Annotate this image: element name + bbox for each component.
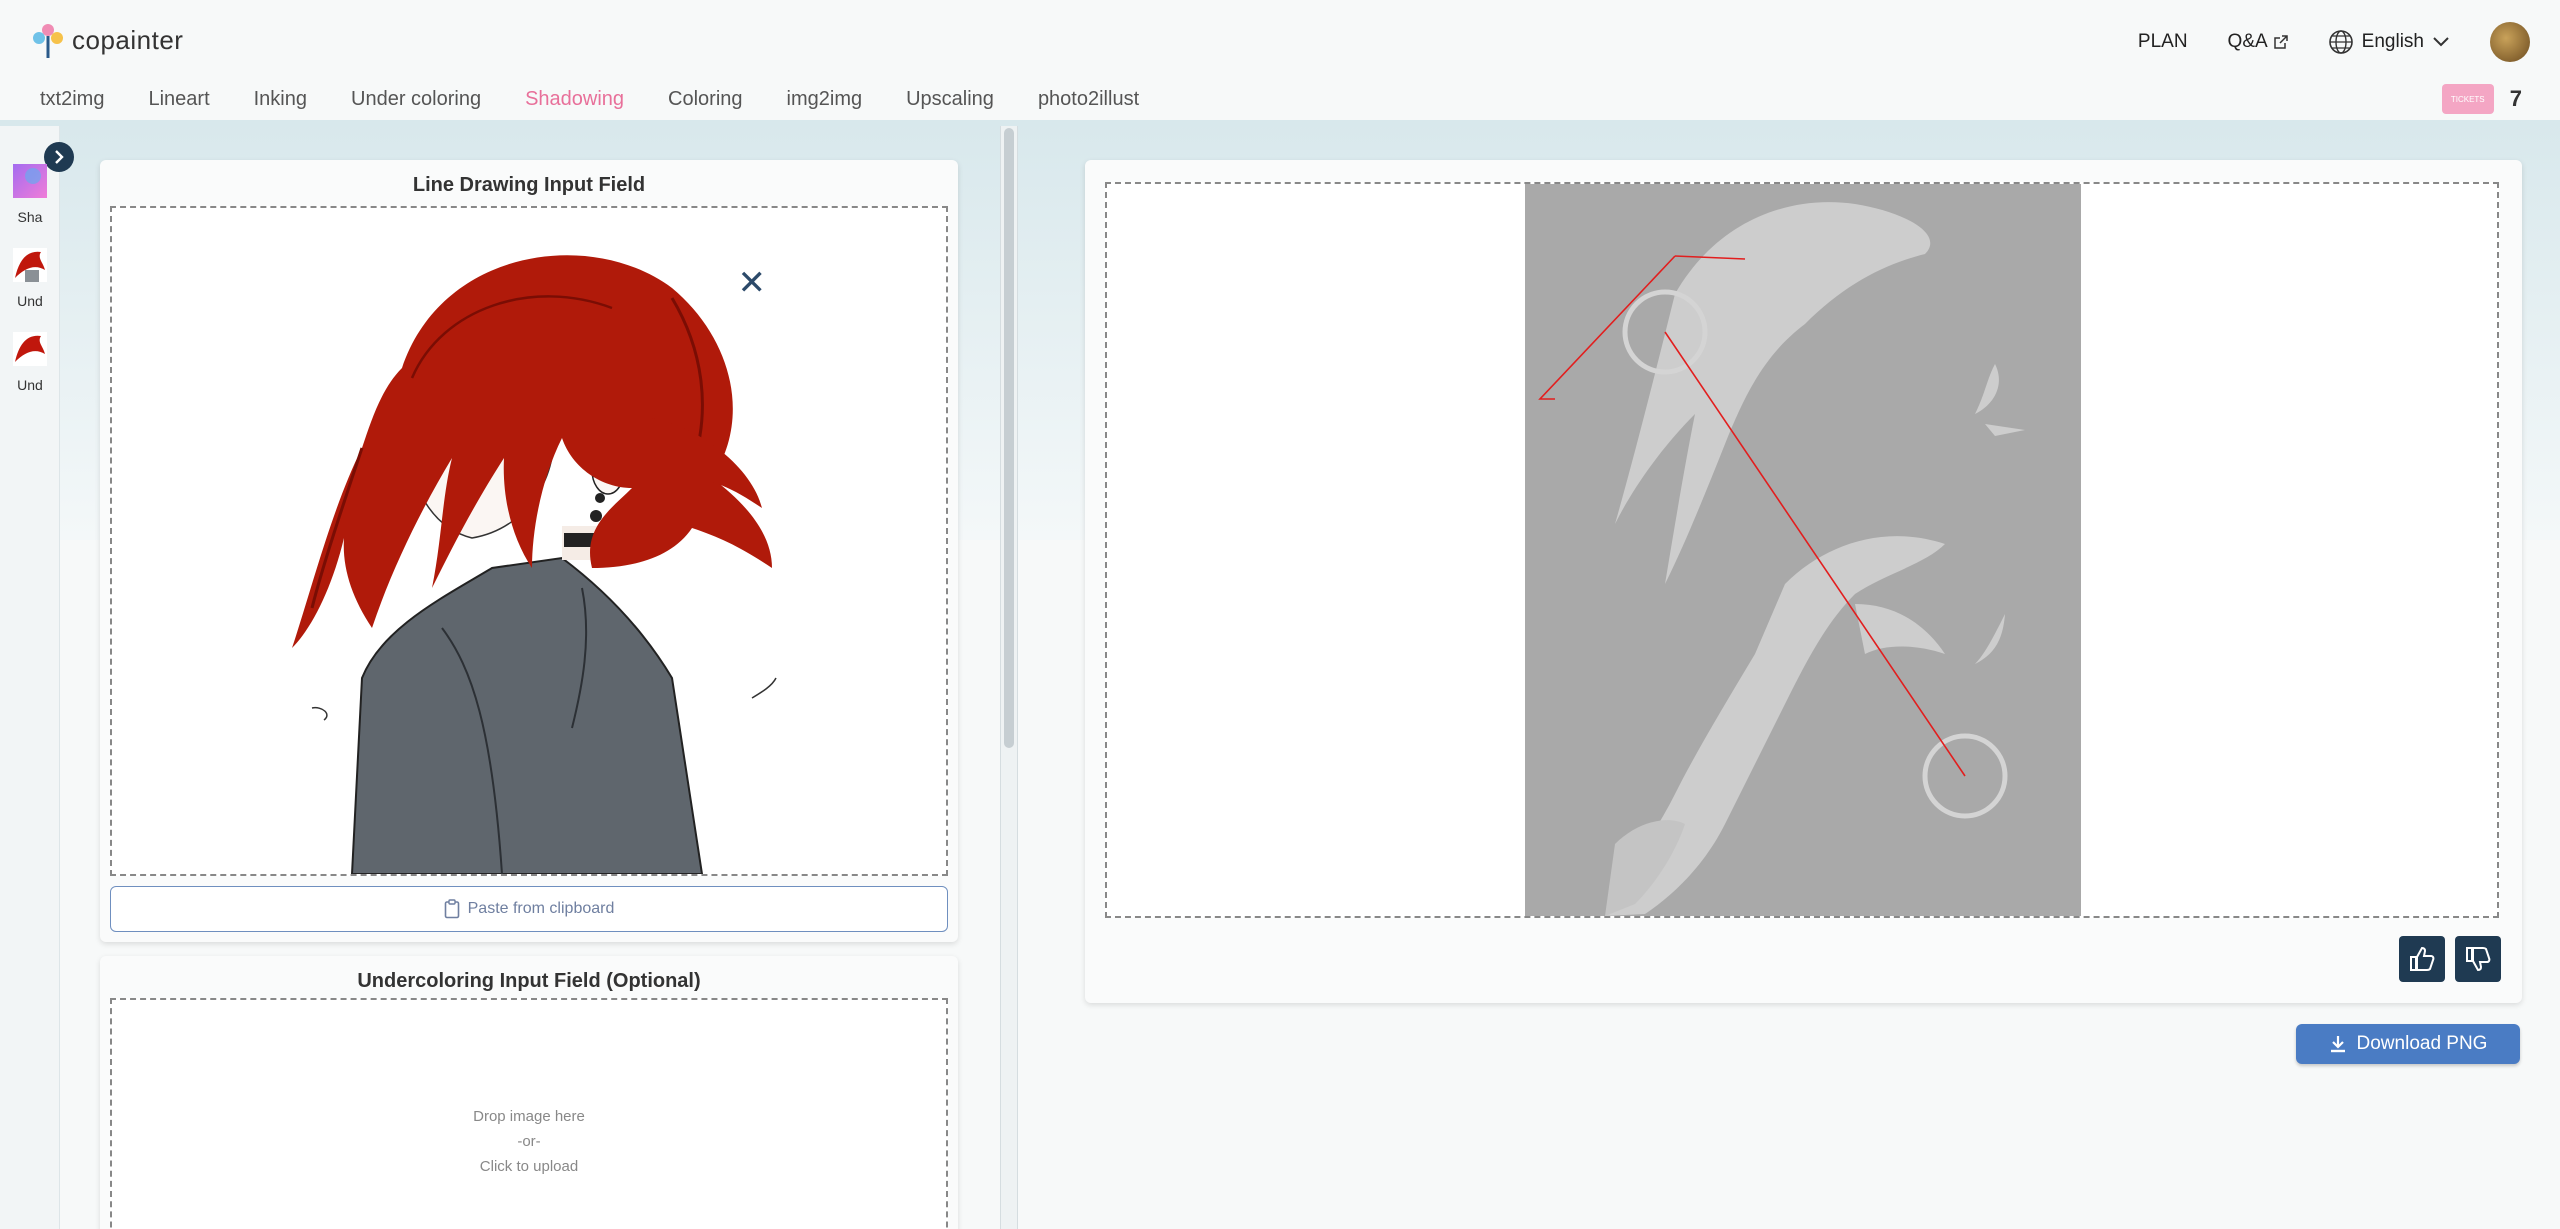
tab-shadowing[interactable]: Shadowing [525,88,624,111]
qa-label: Q&A [2227,31,2268,52]
thumbs-down-button[interactable] [2455,936,2501,982]
scrollbar-thumb[interactable] [1004,128,1014,748]
history-item[interactable]: Und [12,332,48,393]
tab-img2img[interactable]: img2img [787,88,863,111]
line-drawing-card: Line Drawing Input Field ✕ Paste from cl… [100,160,958,942]
external-link-icon [2273,35,2288,49]
line-drawing-preview-image [112,208,946,874]
thumbs-down-icon [2466,947,2491,972]
ticket-icon: TICKETS [2441,84,2494,114]
tab-under-coloring[interactable]: Under coloring [351,88,481,111]
tab-photo2illust[interactable]: photo2illust [1038,88,1139,111]
paste-label: Paste from clipboard [467,900,615,917]
app-header: copainter PLAN Q&A English [0,0,2560,82]
click-to-upload-text: Click to upload [479,1158,579,1175]
download-icon [2330,1036,2345,1053]
clipboard-icon [444,899,459,919]
copainter-logo-icon [33,24,63,58]
app-name: copainter [72,24,184,55]
history-thumbnail [13,164,47,198]
undercoloring-title: Undercoloring Input Field (Optional) [357,970,701,992]
tab-coloring[interactable]: Coloring [668,88,742,111]
history-item[interactable]: Und [12,248,48,309]
tab-txt2img[interactable]: txt2img [40,88,104,111]
tab-inking[interactable]: Inking [254,88,307,111]
result-card [1085,160,2522,1003]
user-avatar[interactable] [2490,22,2530,62]
result-preview-area [1105,182,2499,918]
or-separator: -or- [517,1133,541,1150]
feature-tabs: txt2img Lineart Inking Under coloring Sh… [40,88,1139,111]
download-png-button[interactable]: Download PNG [2296,1024,2520,1064]
download-label: Download PNG [2356,1033,2488,1054]
undercoloring-dropzone[interactable]: Drop image here -or- Click to upload [110,998,948,1229]
thumbs-up-icon [2410,946,2435,971]
history-item-label: Sha [17,209,43,225]
ticket-balance[interactable]: TICKETS 7 [2441,84,2522,114]
line-drawing-title: Line Drawing Input Field [412,174,646,196]
input-column: Line Drawing Input Field ✕ Paste from cl… [100,160,958,1229]
line-drawing-dropzone[interactable]: ✕ [110,206,948,876]
globe-icon [2328,30,2353,54]
plan-link[interactable]: PLAN [2138,31,2188,53]
clear-line-drawing-button[interactable]: ✕ [738,266,767,300]
history-item-label: Und [17,377,43,393]
history-thumbnail [13,332,47,366]
history-item[interactable]: Sha [12,164,48,225]
undercoloring-card: Undercoloring Input Field (Optional) Dro… [100,956,958,1229]
expand-history-button[interactable] [44,142,74,172]
shadow-result-image [1525,184,2081,916]
thumbs-up-button[interactable] [2399,936,2445,982]
language-label: English [2361,31,2424,52]
tab-lineart[interactable]: Lineart [148,88,209,111]
chevron-down-icon [2433,37,2449,47]
language-selector[interactable]: English [2328,29,2450,55]
paste-from-clipboard-button[interactable]: Paste from clipboard [110,886,948,932]
qa-link[interactable]: Q&A [2228,31,2288,53]
ticket-count: 7 [2509,86,2522,111]
shadow-map-graphic [1525,184,2081,916]
drop-image-text: Drop image here [473,1108,585,1125]
tab-upscaling[interactable]: Upscaling [906,88,994,111]
panel-splitter[interactable] [1000,126,1018,1229]
logo[interactable]: copainter [30,20,183,60]
chevron-right-icon [55,150,64,164]
history-item-label: Und [17,293,43,309]
history-thumbnail [13,248,47,282]
